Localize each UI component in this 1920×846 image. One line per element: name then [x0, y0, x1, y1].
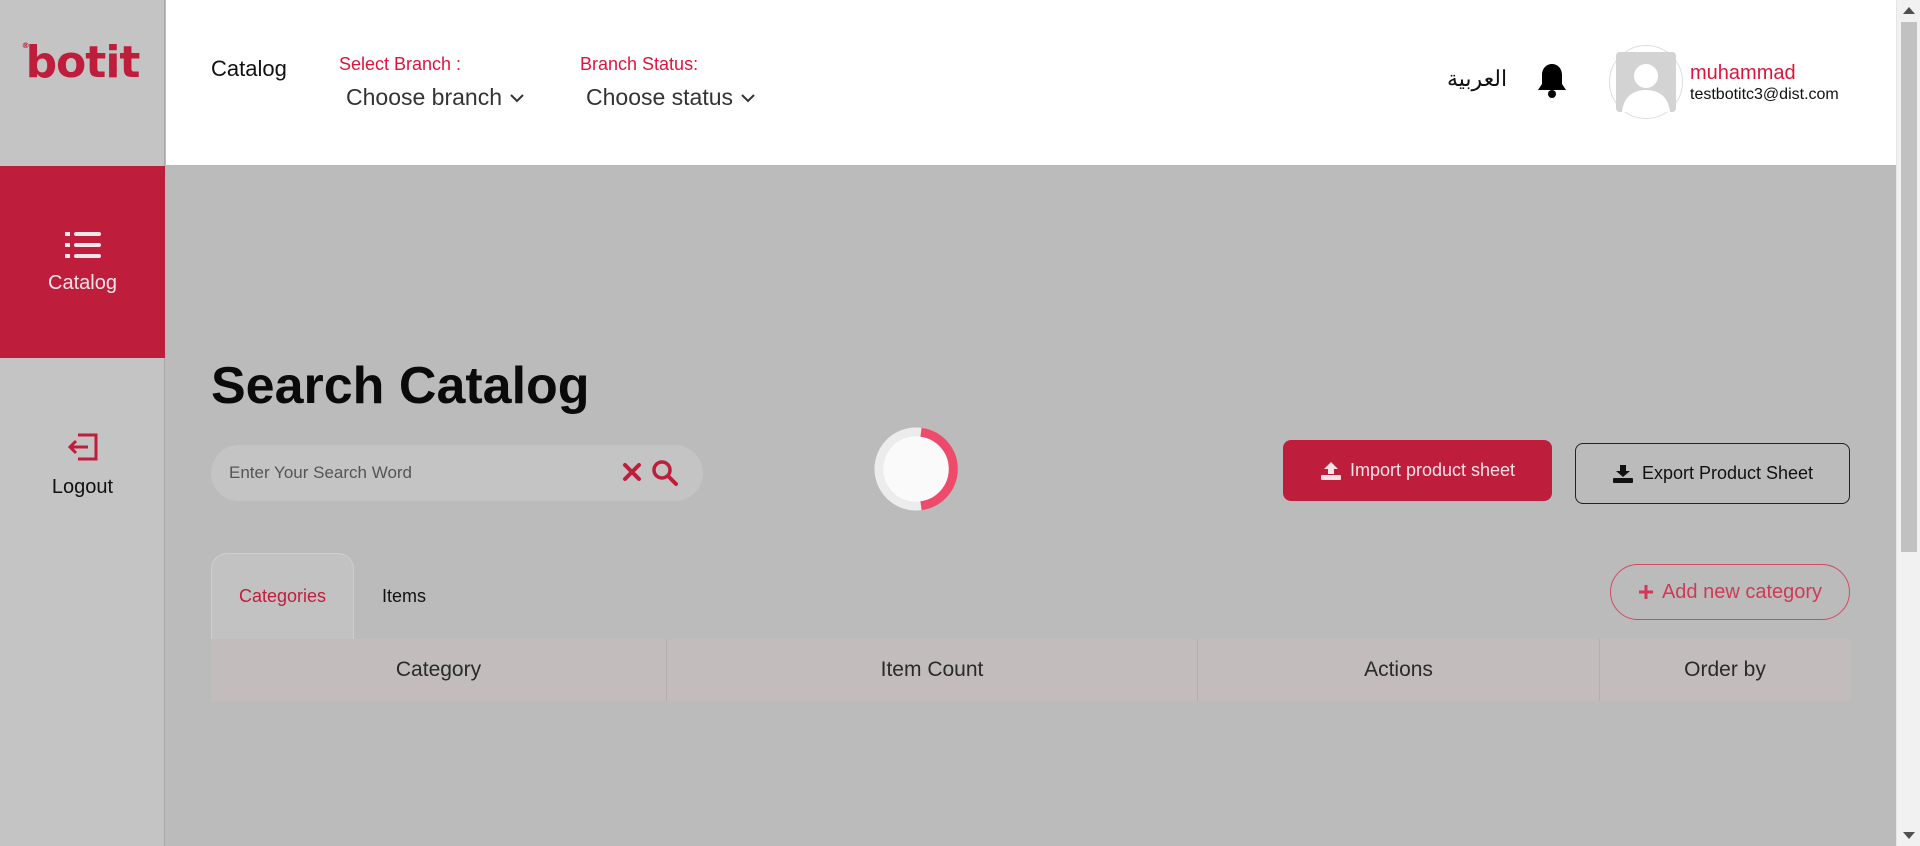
- table-header: Category Item Count Actions Order by: [211, 639, 1850, 701]
- logout-icon: [67, 433, 97, 460]
- column-header-actions: Actions: [1198, 639, 1600, 701]
- page-scrollbar[interactable]: [1896, 0, 1920, 846]
- branch-select-value: Choose branch: [346, 84, 502, 110]
- clear-icon[interactable]: [621, 461, 643, 483]
- logo-text: botit: [25, 37, 141, 88]
- download-icon: [1612, 464, 1633, 483]
- status-select-value: Choose status: [586, 84, 734, 110]
- sidebar-item-label: Logout: [51, 475, 114, 498]
- search-icon[interactable]: [651, 459, 679, 487]
- list-icon: [64, 231, 101, 258]
- chevron-down-icon: [510, 93, 524, 102]
- sidebar: ® botit Catalog Logout: [0, 0, 165, 846]
- import-product-sheet-button[interactable]: Import product sheet: [1283, 440, 1552, 501]
- column-header-item-count: Item Count: [667, 639, 1198, 701]
- user-name: muhammad: [1690, 62, 1796, 84]
- add-category-button[interactable]: Add new category: [1610, 564, 1850, 620]
- scroll-thumb[interactable]: [1901, 22, 1917, 552]
- column-header-category: Category: [211, 639, 667, 701]
- user-email: testbotitc3@dist.com: [1690, 86, 1839, 103]
- sidebar-item-label: Catalog: [48, 271, 117, 294]
- tab-categories[interactable]: Categories: [211, 553, 354, 639]
- plus-icon: [1638, 585, 1653, 599]
- sidebar-item-catalog[interactable]: Catalog: [0, 166, 165, 358]
- logo[interactable]: ® botit: [0, 0, 165, 165]
- branch-select[interactable]: Choose branch: [346, 84, 524, 111]
- top-header: Catalog Select Branch : Choose branch Br…: [166, 0, 1896, 165]
- scroll-up-arrow[interactable]: [1903, 7, 1915, 14]
- tab-items[interactable]: Items: [354, 553, 454, 639]
- loading-spinner: [874, 427, 958, 511]
- user-icon: [1616, 52, 1676, 112]
- header-title: Catalog: [211, 56, 287, 81]
- export-product-sheet-button[interactable]: Export Product Sheet: [1575, 443, 1850, 504]
- language-toggle[interactable]: العربية: [1447, 66, 1507, 92]
- notification-button[interactable]: [1536, 62, 1568, 105]
- search-input[interactable]: [229, 445, 609, 501]
- sidebar-item-logout[interactable]: Logout: [0, 420, 165, 510]
- export-label: Export Product Sheet: [1641, 463, 1814, 483]
- status-label: Branch Status:: [580, 54, 699, 74]
- scroll-down-arrow[interactable]: [1903, 832, 1915, 839]
- search-box: [211, 445, 703, 501]
- import-label: Import product sheet: [1349, 460, 1516, 480]
- column-header-order-by: Order by: [1684, 658, 1766, 681]
- branch-label: Select Branch :: [339, 54, 462, 74]
- bell-icon: [1538, 64, 1566, 98]
- avatar[interactable]: [1609, 45, 1683, 119]
- chevron-down-icon: [741, 93, 755, 102]
- status-select[interactable]: Choose status: [586, 84, 755, 111]
- page-title: Search Catalog: [211, 357, 590, 415]
- upload-icon: [1320, 461, 1341, 480]
- add-category-label: Add new category: [1661, 580, 1823, 603]
